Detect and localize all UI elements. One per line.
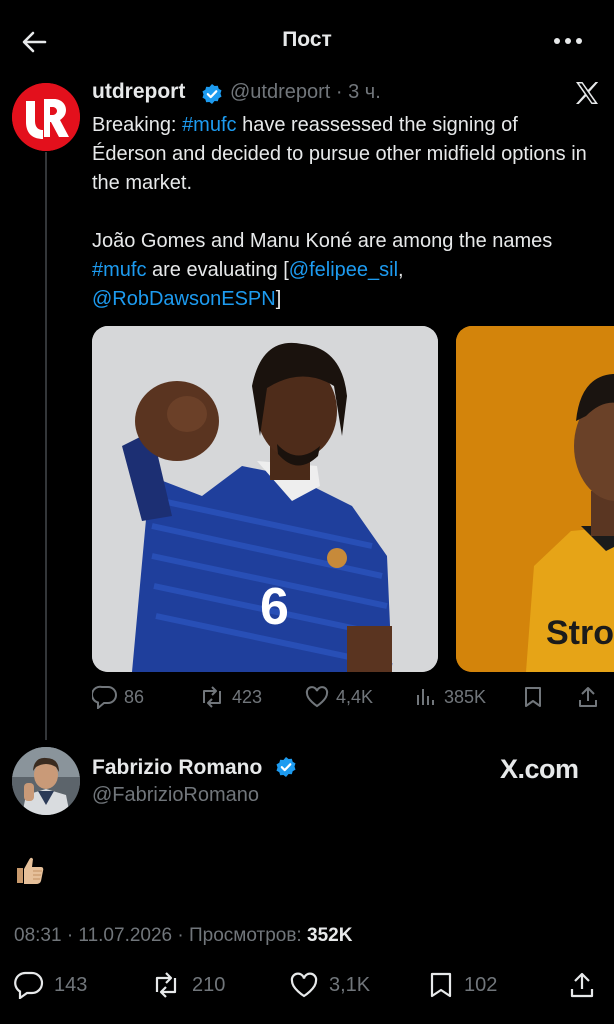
reply-action[interactable]: 143: [14, 970, 87, 1000]
repost-action[interactable]: 210: [150, 970, 225, 1000]
share-icon: [579, 687, 597, 707]
heart-icon: [305, 686, 329, 708]
bookmark-icon: [430, 972, 452, 998]
reply-count: 86: [124, 686, 145, 707]
reply-icon: [92, 685, 117, 709]
x-logo-icon[interactable]: [574, 80, 600, 106]
mention-link[interactable]: @RobDawsonESPN: [92, 288, 276, 310]
repost-action[interactable]: 423: [198, 684, 262, 710]
post-timestamp: 08:31 · 11.07.2026 ·: [14, 925, 189, 946]
more-options-icon[interactable]: [550, 30, 586, 52]
x-com-watermark: X.com: [500, 754, 579, 784]
repost-icon: [155, 972, 177, 998]
utdreport-handle-time: @utdreport · 3 ч.: [230, 81, 381, 103]
views-value: 352K: [307, 925, 353, 946]
text-segment: ,: [398, 259, 404, 281]
utdreport-name[interactable]: utdreport: [92, 80, 185, 104]
text-segment: are evaluating [: [146, 259, 289, 281]
author-handle[interactable]: @FabrizioRomano: [92, 784, 259, 807]
bookmark-action[interactable]: [522, 684, 550, 710]
like-action[interactable]: 4,4K: [304, 684, 373, 710]
svg-text:6: 6: [260, 578, 289, 636]
share-action[interactable]: [576, 684, 606, 710]
post-meta: 08:31 · 11.07.2026 · Просмотров: 352K: [14, 925, 352, 947]
tweet-photo-1[interactable]: 6: [92, 326, 438, 672]
reply-count: 143: [54, 973, 88, 996]
views-label: Просмотров:: [189, 925, 307, 946]
reply-action[interactable]: 86: [92, 684, 144, 710]
views-count: 385K: [444, 686, 487, 707]
bookmark-count: 102: [464, 973, 498, 996]
heart-icon: [290, 972, 318, 998]
text-segment: ]: [275, 288, 282, 310]
verified-badge-icon: [275, 756, 297, 778]
fabrizio-avatar[interactable]: [12, 747, 80, 815]
repost-icon: [203, 686, 221, 708]
repost-count: 210: [192, 973, 226, 996]
hashtag-link[interactable]: #mufc: [92, 259, 146, 281]
reply-icon: [14, 971, 44, 999]
page-title: Пост: [282, 28, 332, 51]
tweet-text: Breaking: #mufc have reassessed the sign…: [92, 111, 597, 343]
share-action[interactable]: [568, 970, 606, 1000]
share-icon: [570, 972, 594, 998]
tweet-photo-2[interactable]: StroPa: [456, 326, 614, 672]
author-name[interactable]: Fabrizio Romano: [92, 756, 262, 780]
like-count: 3,1K: [329, 973, 371, 996]
verified-badge-icon: [201, 83, 223, 105]
like-count: 4,4K: [336, 686, 374, 707]
thread-connector-line: [45, 152, 47, 740]
text-segment: João Gomes and Manu Koné are among the n…: [92, 230, 553, 252]
utdreport-avatar[interactable]: [12, 83, 80, 151]
mention-link[interactable]: @felipee_sil: [289, 259, 398, 281]
tweet-paragraph-1: Breaking: #mufc have reassessed the sign…: [92, 111, 597, 198]
repost-count: 423: [232, 686, 263, 707]
text-segment: Breaking:: [92, 114, 183, 136]
views-chart-icon: [417, 689, 434, 705]
like-action[interactable]: 3,1K: [289, 970, 370, 1000]
tweet-paragraph-2: João Gomes and Manu Koné are among the n…: [92, 227, 597, 314]
hashtag-link[interactable]: #mufc: [182, 114, 236, 136]
thumbs-up-emoji-icon: [14, 854, 46, 886]
bookmark-icon: [525, 687, 541, 707]
svg-text:StroPa: StroPa: [546, 614, 614, 652]
views-action[interactable]: 385K: [414, 684, 486, 710]
bookmark-action[interactable]: 102: [428, 970, 497, 1000]
